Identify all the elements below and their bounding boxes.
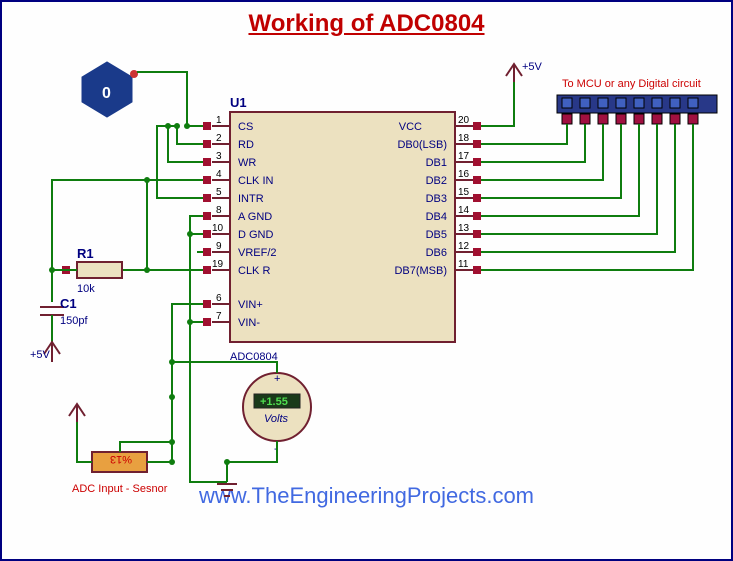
- sensor-pot[interactable]: %13: [92, 452, 147, 472]
- svg-text:Volts: Volts: [264, 413, 289, 425]
- svg-text:1: 1: [216, 115, 222, 126]
- svg-text:4: 4: [216, 169, 222, 180]
- svg-text:DB7(MSB): DB7(MSB): [394, 265, 447, 277]
- svg-text:10k: 10k: [77, 283, 95, 295]
- svg-text:+5V: +5V: [30, 349, 51, 361]
- svg-text:+5V: +5V: [522, 61, 543, 73]
- ic-ref: U1: [230, 95, 247, 110]
- svg-text:2: 2: [216, 133, 222, 144]
- svg-text:17: 17: [458, 151, 470, 162]
- svg-text:15: 15: [458, 187, 470, 198]
- svg-text:VIN+: VIN+: [238, 299, 263, 311]
- svg-text:8: 8: [216, 205, 222, 216]
- svg-text:16: 16: [458, 169, 470, 180]
- svg-text:DB0(LSB): DB0(LSB): [397, 139, 447, 151]
- sensor-label: ADC Input - Sesnor: [72, 483, 168, 495]
- svg-text:9: 9: [216, 241, 222, 252]
- resistor-r1: [77, 262, 122, 278]
- svg-text:VIN-: VIN-: [238, 317, 260, 329]
- svg-text:%13: %13: [110, 453, 132, 465]
- svg-text:INTR: INTR: [238, 193, 264, 205]
- svg-text:19: 19: [212, 259, 224, 270]
- svg-text:18: 18: [458, 133, 470, 144]
- svg-text:+: +: [274, 373, 280, 385]
- svg-text:R1: R1: [77, 246, 94, 261]
- svg-text:6: 6: [216, 293, 222, 304]
- svg-text:11: 11: [458, 259, 469, 270]
- svg-text:C1: C1: [60, 296, 77, 311]
- svg-text:DB2: DB2: [426, 175, 447, 187]
- svg-text:20: 20: [458, 115, 470, 126]
- svg-text:D GND: D GND: [238, 229, 274, 241]
- svg-text:VCC: VCC: [399, 121, 422, 133]
- svg-text:DB5: DB5: [426, 229, 447, 241]
- svg-text:12: 12: [458, 241, 470, 252]
- svg-text:+1.55: +1.55: [260, 396, 288, 408]
- svg-text:VREF/2: VREF/2: [238, 247, 277, 259]
- svg-text:DB4: DB4: [426, 211, 447, 223]
- svg-text:13: 13: [458, 223, 470, 234]
- svg-text:RD: RD: [238, 139, 254, 151]
- svg-text:5: 5: [216, 187, 222, 198]
- svg-text:0: 0: [102, 85, 111, 102]
- svg-text:CLK R: CLK R: [238, 265, 270, 277]
- hex-display: 0: [82, 62, 138, 117]
- svg-text:CLK IN: CLK IN: [238, 175, 274, 187]
- schematic-canvas: U1 ADC0804 1CS 2RD 3WR 4CLK IN 5INTR 8A …: [2, 2, 731, 559]
- svg-text:WR: WR: [238, 157, 256, 169]
- svg-text:DB6: DB6: [426, 247, 447, 259]
- svg-text:CS: CS: [238, 121, 253, 133]
- output-header: [557, 95, 717, 124]
- svg-text:A GND: A GND: [238, 211, 272, 223]
- svg-text:7: 7: [216, 311, 222, 322]
- svg-text:10: 10: [212, 223, 224, 234]
- svg-text:DB3: DB3: [426, 193, 447, 205]
- svg-text:150pf: 150pf: [60, 315, 88, 327]
- svg-text:14: 14: [458, 205, 470, 216]
- svg-text:DB1: DB1: [426, 157, 447, 169]
- mcu-label: To MCU or any Digital circuit: [562, 78, 701, 90]
- svg-text:3: 3: [216, 151, 222, 162]
